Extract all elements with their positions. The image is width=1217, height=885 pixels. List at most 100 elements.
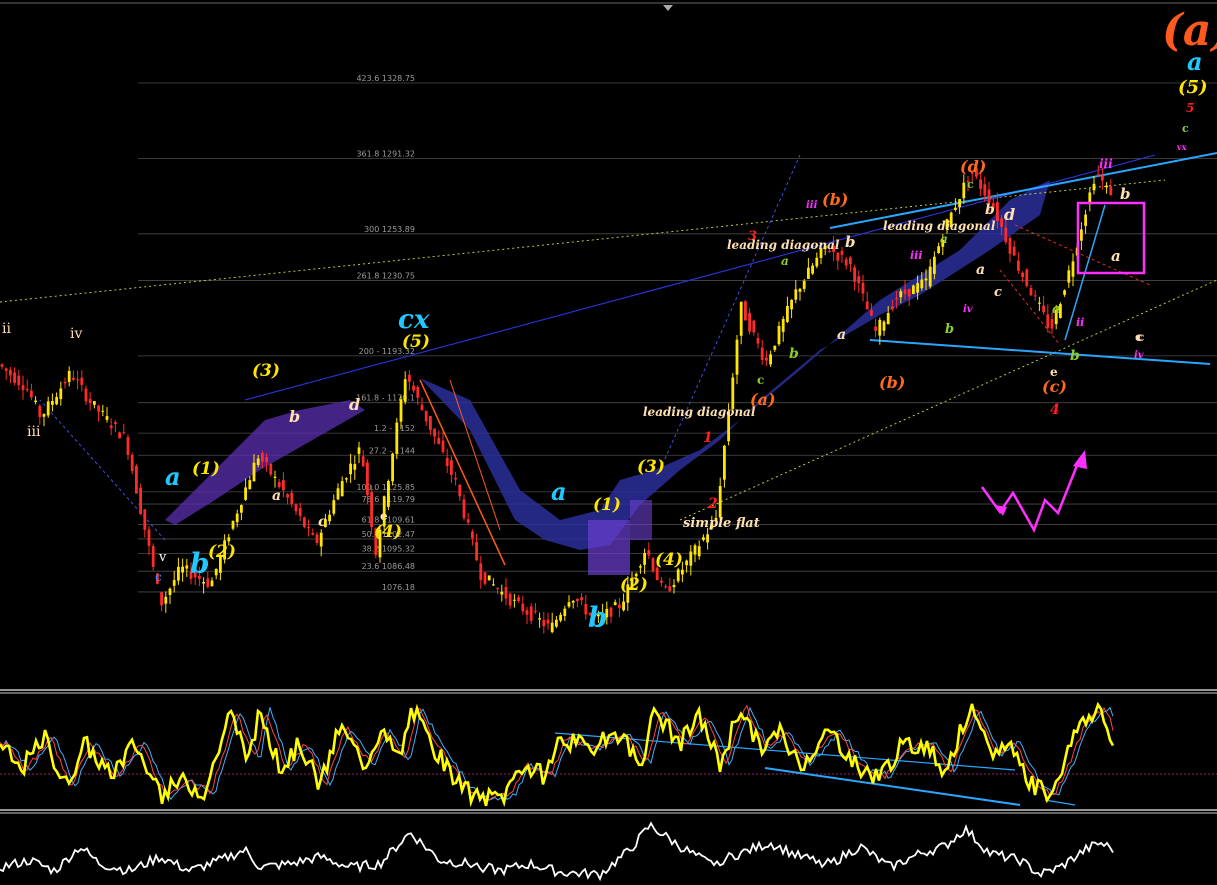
wave-label[interactable]: (2): [208, 542, 236, 562]
candle-body[interactable]: [9, 369, 12, 376]
candle-body[interactable]: [1092, 183, 1096, 191]
wave-label[interactable]: (b): [879, 373, 905, 392]
candle-body[interactable]: [937, 246, 940, 253]
candle-body[interactable]: [760, 347, 764, 360]
candle-body[interactable]: [773, 345, 777, 350]
candle-body[interactable]: [1004, 227, 1008, 243]
candle-body[interactable]: [899, 291, 903, 298]
wave-label[interactable]: (4): [655, 550, 683, 570]
candle-body[interactable]: [811, 265, 814, 274]
candle-body[interactable]: [567, 602, 571, 607]
candle-body[interactable]: [958, 199, 961, 208]
candle-body[interactable]: [332, 500, 336, 514]
candle-body[interactable]: [1067, 270, 1071, 283]
candle-body[interactable]: [517, 597, 520, 602]
candle-body[interactable]: [135, 465, 138, 494]
candle-body[interactable]: [798, 288, 802, 292]
candle-body[interactable]: [235, 513, 239, 523]
candle-body[interactable]: [55, 396, 58, 405]
candle-body[interactable]: [160, 592, 163, 606]
candle-body[interactable]: [849, 257, 852, 265]
candle-body[interactable]: [147, 529, 151, 546]
candle-body[interactable]: [458, 484, 462, 497]
candle-body[interactable]: [748, 313, 751, 332]
candle-body[interactable]: [475, 542, 478, 561]
candle-body[interactable]: [395, 422, 399, 454]
candle-body[interactable]: [496, 588, 499, 590]
candle-body[interactable]: [1038, 302, 1041, 304]
candle-body[interactable]: [660, 580, 663, 583]
candle-body[interactable]: [563, 608, 567, 617]
wave-label[interactable]: (5): [1178, 77, 1208, 98]
wave-label[interactable]: a: [976, 262, 985, 278]
candle-body[interactable]: [0, 364, 4, 367]
candle-body[interactable]: [177, 566, 180, 581]
candle-body[interactable]: [286, 494, 289, 498]
candle-body[interactable]: [739, 301, 743, 336]
candle-body[interactable]: [1033, 295, 1037, 297]
candle-body[interactable]: [865, 301, 869, 310]
candle-body[interactable]: [340, 481, 344, 497]
candle-body[interactable]: [651, 558, 655, 572]
wave-label[interactable]: (3): [637, 457, 665, 477]
wave-label[interactable]: ii: [1076, 316, 1084, 329]
candle-body[interactable]: [802, 280, 806, 289]
candle-body[interactable]: [38, 405, 42, 418]
candle-body[interactable]: [735, 339, 739, 375]
candle-body[interactable]: [139, 487, 142, 515]
candle-body[interactable]: [521, 603, 525, 612]
candle-body[interactable]: [172, 580, 176, 586]
wave-label[interactable]: 2: [707, 496, 718, 512]
wave-label[interactable]: leading diagonal: [883, 219, 996, 233]
candle-body[interactable]: [265, 457, 268, 463]
candle-body[interactable]: [240, 505, 243, 513]
wave-label[interactable]: c: [1137, 330, 1144, 344]
candle-body[interactable]: [529, 606, 533, 621]
wave-label[interactable]: 5: [1186, 101, 1194, 115]
candle-body[interactable]: [857, 276, 861, 284]
candle-body[interactable]: [256, 458, 260, 466]
candle-body[interactable]: [441, 440, 445, 452]
candle-body[interactable]: [214, 568, 218, 576]
wave-label[interactable]: leading diagonal: [727, 238, 840, 252]
candle-body[interactable]: [870, 309, 873, 316]
wave-label[interactable]: (1): [192, 459, 220, 479]
candle-body[interactable]: [697, 546, 701, 557]
candle-body[interactable]: [387, 480, 390, 507]
candle-body[interactable]: [685, 560, 688, 566]
candle-body[interactable]: [723, 445, 726, 480]
candle-body[interactable]: [1046, 314, 1050, 328]
candle-body[interactable]: [1084, 214, 1087, 226]
candle-body[interactable]: [391, 453, 394, 482]
candle-body[interactable]: [1000, 218, 1003, 228]
candle-body[interactable]: [4, 368, 8, 371]
candle-body[interactable]: [101, 410, 105, 412]
candle-body[interactable]: [277, 482, 281, 488]
candle-body[interactable]: [311, 532, 315, 535]
candle-body[interactable]: [672, 584, 676, 588]
candle-body[interactable]: [63, 381, 67, 384]
wave-label[interactable]: (c): [1042, 377, 1067, 396]
candle-body[interactable]: [777, 325, 781, 345]
wave-label[interactable]: leading diagonal: [643, 405, 756, 419]
candle-body[interactable]: [416, 387, 420, 398]
chart-canvas[interactable]: 423.6 1328.75 361.8 1291.32 300 1253.89 261…: [0, 0, 1217, 885]
candle-body[interactable]: [1105, 185, 1108, 188]
candle-body[interactable]: [693, 545, 697, 555]
candle-body[interactable]: [269, 463, 273, 475]
candle-body[interactable]: [513, 599, 516, 601]
wave-label[interactable]: c: [967, 178, 974, 191]
candle-body[interactable]: [202, 581, 205, 584]
candle-body[interactable]: [433, 428, 436, 437]
candle-body[interactable]: [1029, 287, 1033, 296]
wave-label[interactable]: cx: [398, 305, 430, 335]
candle-body[interactable]: [668, 586, 672, 592]
candle-body[interactable]: [861, 282, 865, 294]
candle-body[interactable]: [681, 569, 684, 575]
candle-body[interactable]: [290, 492, 294, 504]
candle-body[interactable]: [126, 437, 130, 455]
candle-body[interactable]: [546, 619, 550, 624]
candle-body[interactable]: [151, 546, 155, 567]
wave-label[interactable]: a: [940, 232, 948, 246]
candle-body[interactable]: [1109, 186, 1113, 196]
